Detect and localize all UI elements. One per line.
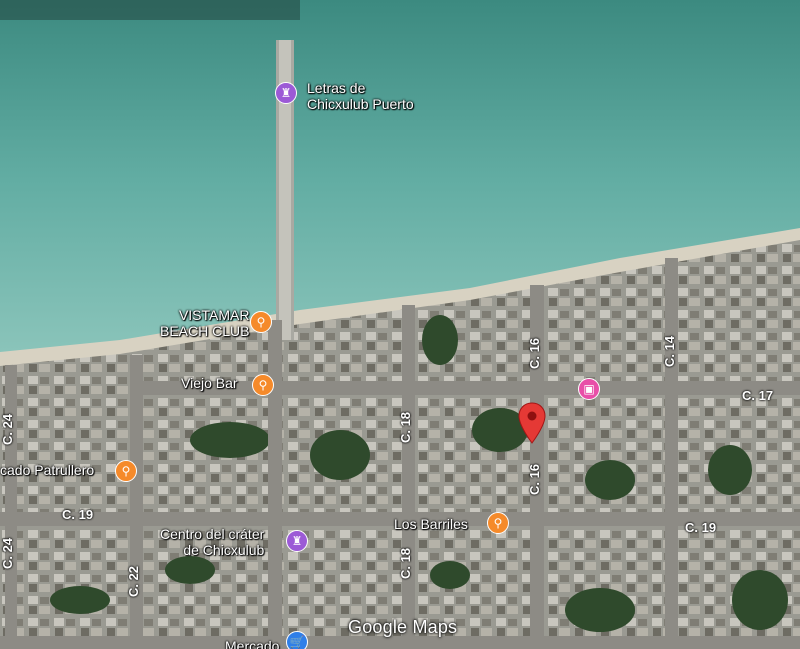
street-label-c19: C. 19	[685, 520, 717, 535]
poi-label[interactable]: cado Patrullero	[0, 462, 94, 478]
shopping-icon[interactable]: 🛒	[286, 631, 308, 649]
poi-label[interactable]: VISTAMAR BEACH CLUB	[160, 307, 249, 339]
poi-label[interactable]: Mercado	[225, 638, 279, 649]
restaurant-icon[interactable]: ⚲	[250, 311, 272, 333]
street-label-c18: C. 18	[398, 547, 414, 580]
poi-label[interactable]: Los Barriles	[394, 516, 468, 532]
google-maps-logo: Google Maps	[348, 617, 458, 637]
street-label-c14: C. 14	[662, 335, 678, 368]
hotel-icon[interactable]: ▣	[578, 378, 600, 400]
location-pin-icon[interactable]	[517, 402, 547, 444]
restaurant-icon[interactable]: ⚲	[487, 512, 509, 534]
poi-label[interactable]: Viejo Bar	[181, 375, 238, 391]
restaurant-icon[interactable]: ⚲	[115, 460, 137, 482]
landmark-icon[interactable]: ♜	[275, 82, 297, 104]
street-label-c17: C. 17	[742, 388, 774, 403]
poi-label[interactable]: Letras de Chicxulub Puerto	[307, 80, 414, 112]
map-view[interactable]: ♜ Letras de Chicxulub Puerto VISTAMAR BE…	[0, 0, 800, 649]
street-label-c19: C. 19	[62, 507, 94, 522]
poi-label[interactable]: Centro del cráter de Chicxulub	[160, 526, 264, 558]
restaurant-icon[interactable]: ⚲	[252, 374, 274, 396]
street-label-c16: C. 16	[527, 337, 543, 370]
landmark-icon[interactable]: ♜	[286, 530, 308, 552]
street-label-c24: C. 24	[0, 413, 16, 446]
street-label-c22: C. 22	[126, 565, 142, 598]
street-label-c16: C. 16	[527, 463, 543, 496]
street-label-c24: C. 24	[0, 537, 16, 570]
street-label-c18: C. 18	[398, 411, 414, 444]
